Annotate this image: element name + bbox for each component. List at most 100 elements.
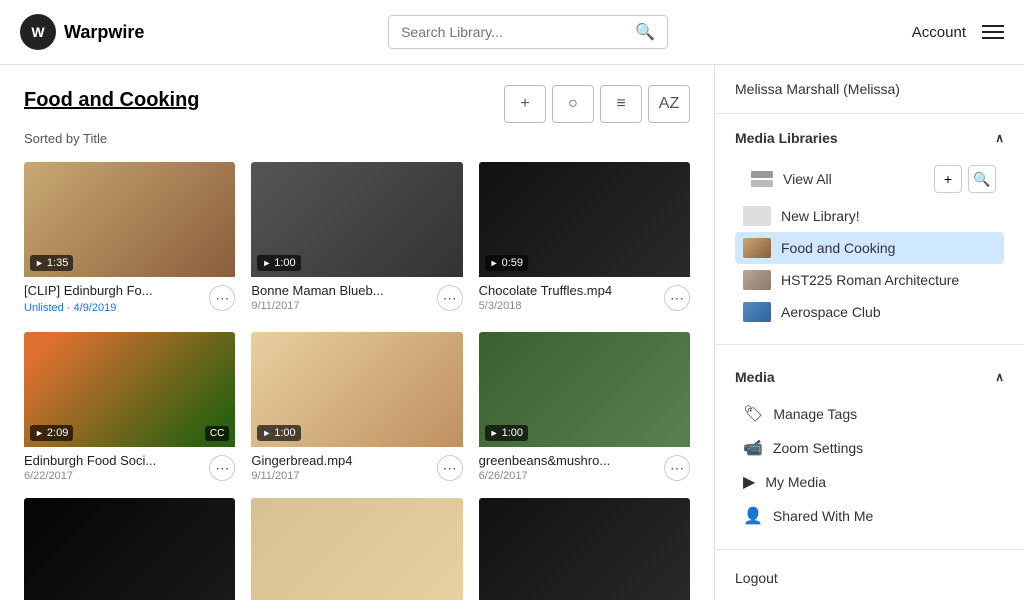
new-library-item[interactable]: New Library! <box>735 200 1004 232</box>
more-options-button[interactable]: ⋯ <box>664 285 690 311</box>
chevron-up-icon: ∧ <box>995 131 1004 145</box>
zoom-settings-label: Zoom Settings <box>773 440 863 456</box>
video-title: Bonne Maman Blueb... <box>251 283 436 298</box>
media-libraries-label: Media Libraries <box>735 130 838 146</box>
new-library-label: New Library! <box>781 208 860 224</box>
video-info: greenbeans&mushro...6/26/2017⋯ <box>479 447 690 482</box>
play-icon: ► <box>490 258 499 268</box>
roman-architecture-label: HST225 Roman Architecture <box>781 272 959 288</box>
tag-icon: 🏷 <box>743 404 763 424</box>
play-icon: ► <box>262 428 271 438</box>
video-card[interactable]: ► 1:00Bonne Maman Blueb...9/11/2017⋯ <box>251 162 462 316</box>
video-title: Chocolate Truffles.mp4 <box>479 283 664 298</box>
sorted-by-label: Sorted by Title <box>24 131 690 146</box>
video-card[interactable]: ► 1:35[CLIP] Edinburgh Fo...Unlisted · 4… <box>24 162 235 316</box>
video-date: 6/26/2017 <box>479 470 664 482</box>
logout-section: Logout <box>715 558 1024 600</box>
more-options-button[interactable]: ⋯ <box>209 455 235 481</box>
video-card[interactable]: ► 1:00 greenbeans&mushro...6/26/2017⋯ <box>479 332 690 482</box>
list-button[interactable]: ≡ <box>600 85 642 123</box>
video-date: 9/11/2017 <box>251 470 436 482</box>
video-info: Edinburgh Food Soci... 6/22/2017⋯ <box>24 447 235 482</box>
aerospace-club-thumb <box>743 302 771 322</box>
video-meta: greenbeans&mushro...6/26/2017 <box>479 453 664 482</box>
sidebar-divider-2 <box>715 549 1024 550</box>
search-bar[interactable]: 🔍 <box>388 15 668 49</box>
sidebar-divider-1 <box>715 344 1024 345</box>
more-options-button[interactable]: ⋯ <box>664 455 690 481</box>
video-card[interactable]: ► 2:09 CC Edinburgh Food Soci... 6/22/2017⋯ <box>24 332 235 482</box>
video-info: [CLIP] Edinburgh Fo... Unlisted · 4/9/201… <box>24 277 235 316</box>
roman-architecture-thumb <box>743 270 771 290</box>
media-chevron-up-icon: ∧ <box>995 370 1004 384</box>
video-meta: [CLIP] Edinburgh Fo... Unlisted · 4/9/201… <box>24 283 209 316</box>
view-all-item[interactable]: View All <box>743 164 934 194</box>
unlisted-badge: Unlisted · 4/9/2019 <box>24 302 116 314</box>
logout-button[interactable]: Logout <box>735 570 778 586</box>
more-options-button[interactable]: ⋯ <box>437 455 463 481</box>
media-section-header[interactable]: Media ∧ <box>735 369 1004 385</box>
video-card[interactable] <box>251 498 462 600</box>
library-item-aerospace-club[interactable]: Aerospace Club <box>735 296 1004 328</box>
shared-with-me-label: Shared With Me <box>773 508 873 524</box>
play-icon: ► <box>35 258 44 268</box>
sidebar: Melissa Marshall (Melissa) Media Librari… <box>714 65 1024 600</box>
circle-button[interactable]: ○ <box>552 85 594 123</box>
view-all-label: View All <box>783 171 832 187</box>
video-info: Gingerbread.mp49/11/2017⋯ <box>251 447 462 482</box>
video-card[interactable]: ► 0:59 Chocolate Truffles.mp45/3/2018⋯ <box>479 162 690 316</box>
logo-icon: W <box>20 14 56 50</box>
manage-tags-item[interactable]: 🏷 Manage Tags <box>735 397 1004 431</box>
title-row: Food and Cooking + ○ ≡ AZ <box>24 85 690 123</box>
video-title: [CLIP] Edinburgh Fo... <box>24 283 209 298</box>
zoom-icon: 📹 <box>743 438 763 458</box>
more-options-button[interactable]: ⋯ <box>437 285 463 311</box>
video-grid: ► 1:35[CLIP] Edinburgh Fo...Unlisted · 4… <box>24 162 690 600</box>
duration-badge: ► 2:09 <box>30 425 73 441</box>
video-card[interactable]: ► 1:00 Gingerbread.mp49/11/2017⋯ <box>251 332 462 482</box>
play-media-icon: ▶ <box>743 472 755 492</box>
library-item-food-cooking[interactable]: Food and Cooking <box>735 232 1004 264</box>
video-card[interactable] <box>479 498 690 600</box>
media-libraries-section: Media Libraries ∧ View All + 🔍 <box>715 114 1024 336</box>
add-library-button[interactable]: + <box>934 165 962 193</box>
search-icon: 🔍 <box>635 22 655 42</box>
library-item-roman-architecture[interactable]: HST225 Roman Architecture <box>735 264 1004 296</box>
duration-badge: ► 1:00 <box>485 425 528 441</box>
video-meta: Chocolate Truffles.mp45/3/2018 <box>479 283 664 312</box>
shared-with-me-item[interactable]: 👤 Shared With Me <box>735 499 1004 533</box>
add-button[interactable]: + <box>504 85 546 123</box>
video-info: Bonne Maman Blueb... 9/11/2017⋯ <box>251 277 462 312</box>
video-meta: Gingerbread.mp49/11/2017 <box>251 453 436 482</box>
manage-tags-label: Manage Tags <box>773 406 857 422</box>
video-date: 9/11/2017 <box>251 300 436 312</box>
view-all-row: View All + 🔍 <box>735 158 1004 200</box>
search-input[interactable] <box>401 24 627 40</box>
sidebar-user: Melissa Marshall (Melissa) <box>715 81 1024 114</box>
toolbar: + ○ ≡ AZ <box>504 85 690 123</box>
video-title: Edinburgh Food Soci... <box>24 453 209 468</box>
video-meta: Edinburgh Food Soci... 6/22/2017 <box>24 453 209 482</box>
food-cooking-thumb <box>743 238 771 258</box>
more-options-button[interactable]: ⋯ <box>209 285 235 311</box>
search-library-button[interactable]: 🔍 <box>968 165 996 193</box>
cc-badge: CC <box>205 426 229 441</box>
header-right: Account <box>912 24 1004 41</box>
library-actions: + 🔍 <box>934 165 996 193</box>
play-icon: ► <box>262 258 271 268</box>
media-section: Media ∧ 🏷 Manage Tags 📹 Zoom Settings ▶ … <box>715 353 1024 541</box>
video-card[interactable] <box>24 498 235 600</box>
header: W Warpwire 🔍 Account <box>0 0 1024 65</box>
sort-button[interactable]: AZ <box>648 85 690 123</box>
duration-badge: ► 0:59 <box>485 255 528 271</box>
logo-text: Warpwire <box>64 22 144 43</box>
video-info: Chocolate Truffles.mp45/3/2018⋯ <box>479 277 690 312</box>
account-link[interactable]: Account <box>912 24 966 41</box>
zoom-settings-item[interactable]: 📹 Zoom Settings <box>735 431 1004 465</box>
video-date: 6/22/2017 <box>24 470 209 482</box>
logo[interactable]: W Warpwire <box>20 14 144 50</box>
duration-badge: ► 1:00 <box>257 425 300 441</box>
menu-button[interactable] <box>982 25 1004 39</box>
my-media-item[interactable]: ▶ My Media <box>735 465 1004 499</box>
media-libraries-header[interactable]: Media Libraries ∧ <box>735 130 1004 146</box>
